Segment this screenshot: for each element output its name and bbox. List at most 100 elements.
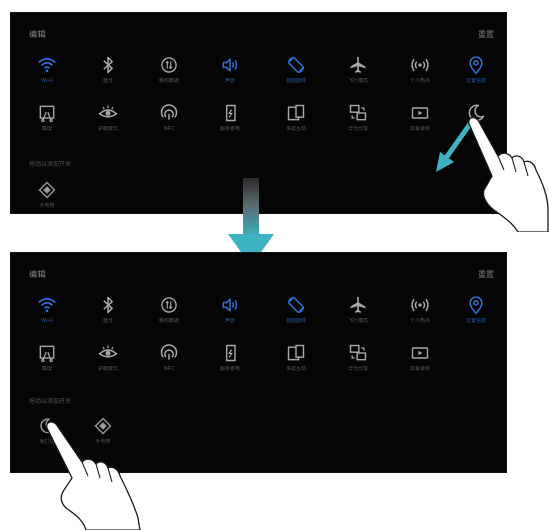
switch-label: 蓝牙 — [102, 318, 113, 324]
switch-tile[interactable]: 护眼模式 — [80, 101, 136, 147]
switch-label: 飞行模式 — [347, 78, 368, 84]
switch-tile[interactable]: Wi-Fi — [19, 293, 75, 339]
multi-screen-icon — [286, 103, 306, 123]
switch-label: 位置信息 — [465, 78, 486, 84]
switch-label: 护眼模式 — [97, 126, 118, 132]
panel-title: 编辑 — [29, 30, 46, 39]
mobile-data-icon — [159, 295, 179, 315]
multi-screen-icon — [286, 343, 306, 363]
switch-label: 华为分享 — [347, 366, 368, 372]
panel-title: 编辑 — [29, 270, 46, 279]
mobile-data-icon — [159, 55, 179, 75]
switch-label: 多屏互动 — [285, 126, 306, 132]
switch-row-1: Wi-Fi 蓝牙 移动数据 声音 自动旋转 飞行模式 个人热点 位置信息 — [11, 53, 506, 101]
nfc-icon — [159, 343, 179, 363]
rotate-icon — [286, 295, 306, 315]
switch-tile[interactable]: 位置信息 — [448, 293, 504, 339]
screen-record-icon — [410, 343, 430, 363]
drag-to-add-label: 拖动以添加开关 — [29, 399, 72, 405]
switch-tile[interactable]: 个人热点 — [392, 53, 448, 99]
switch-tile[interactable]: NFC — [141, 101, 197, 147]
switch-tile[interactable]: 蓝牙 — [80, 293, 136, 339]
rotate-icon — [286, 55, 306, 75]
reset-button[interactable]: 重置 — [478, 269, 494, 280]
switch-label: 声音 — [224, 318, 235, 324]
nfc-icon — [159, 103, 179, 123]
switch-tile[interactable]: 护眼模式 — [80, 341, 136, 387]
switch-label: NFC — [163, 126, 175, 132]
switch-tile[interactable]: 多屏互动 — [268, 341, 324, 387]
switch-tile[interactable]: 蓝牙 — [80, 53, 136, 99]
switch-row-1: Wi-Fi 蓝牙 移动数据 声音 自动旋转 飞行模式 个人热点 位置信息 — [11, 293, 506, 341]
wifi-icon — [37, 55, 57, 75]
switch-label: Wi-Fi — [41, 318, 53, 324]
switch-tile-flashlight[interactable]: 手电筒 — [19, 181, 75, 213]
bluetooth-icon — [98, 295, 118, 315]
share-icon — [348, 103, 368, 123]
screenshot-icon — [37, 103, 57, 123]
location-icon — [466, 295, 486, 315]
switch-label: 超级省电 — [219, 126, 240, 132]
location-icon — [466, 55, 486, 75]
switch-tile[interactable]: 截屏 — [19, 101, 75, 147]
switch-tile[interactable]: NFC — [141, 341, 197, 387]
switch-label: 截屏 — [41, 366, 52, 372]
switch-tile[interactable]: 自动旋转 — [268, 293, 324, 339]
switch-label: 声音 — [224, 78, 235, 84]
switch-label: 华为分享 — [347, 126, 368, 132]
switch-tile[interactable]: 华为分享 — [330, 101, 386, 147]
switch-label: NFC — [163, 366, 175, 372]
switch-tile[interactable]: 截屏 — [19, 341, 75, 387]
sound-icon — [220, 295, 240, 315]
switch-tile[interactable]: 移动数据 — [141, 53, 197, 99]
switch-label: 位置信息 — [465, 318, 486, 324]
switch-tile[interactable]: 屏幕录制 — [392, 341, 448, 387]
switch-label: 护眼模式 — [97, 366, 118, 372]
switch-label: 屏幕录制 — [409, 366, 430, 372]
switch-label: 超级省电 — [219, 366, 240, 372]
hotspot-icon — [410, 55, 430, 75]
reset-button[interactable]: 重置 — [478, 29, 494, 40]
switch-label: 多屏互动 — [285, 366, 306, 372]
wifi-icon — [37, 295, 57, 315]
airplane-icon — [348, 295, 368, 315]
screen-record-icon — [410, 103, 430, 123]
switch-tile[interactable]: 超级省电 — [202, 341, 258, 387]
power-saving-icon — [220, 343, 240, 363]
switch-tile[interactable]: 声音 — [202, 53, 258, 99]
power-saving-icon — [220, 103, 240, 123]
airplane-icon — [348, 55, 368, 75]
switch-label: 自动旋转 — [285, 78, 306, 84]
switch-label: 移动数据 — [158, 318, 179, 324]
switch-label: 个人热点 — [409, 318, 430, 324]
switch-tile[interactable]: 声音 — [202, 293, 258, 339]
switch-tile[interactable]: 超级省电 — [202, 101, 258, 147]
eye-comfort-icon — [98, 103, 118, 123]
switch-tile[interactable]: 自动旋转 — [268, 53, 324, 99]
switch-label: 移动数据 — [158, 78, 179, 84]
switch-label: Wi-Fi — [41, 78, 53, 84]
switch-tile[interactable]: 移动数据 — [141, 293, 197, 339]
switch-tile[interactable]: 华为分享 — [330, 341, 386, 387]
switch-tile[interactable]: 飞行模式 — [330, 53, 386, 99]
switch-tile[interactable]: 多屏互动 — [268, 101, 324, 147]
sound-icon — [220, 55, 240, 75]
switch-grid: Wi-Fi 蓝牙 移动数据 声音 自动旋转 飞行模式 个人热点 位置信息 截屏 护眼模式 NFC 超… — [11, 293, 506, 389]
switch-label: 自动旋转 — [285, 318, 306, 324]
screenshot-icon — [37, 343, 57, 363]
switch-tile[interactable]: 飞行模式 — [330, 293, 386, 339]
share-icon — [348, 343, 368, 363]
hotspot-icon — [410, 295, 430, 315]
switch-tile[interactable]: Wi-Fi — [19, 53, 75, 99]
eye-comfort-icon — [98, 343, 118, 363]
switch-label: 个人热点 — [409, 78, 430, 84]
switch-label: 飞行模式 — [347, 318, 368, 324]
switch-label: 蓝牙 — [102, 78, 113, 84]
switch-label: 截屏 — [41, 126, 52, 132]
switch-tile[interactable]: 个人热点 — [392, 293, 448, 339]
hand-pointer-icon — [46, 421, 141, 530]
hand-pointer-icon — [468, 116, 549, 232]
switch-tile[interactable]: 位置信息 — [448, 53, 504, 99]
bluetooth-icon — [98, 55, 118, 75]
switch-label: 手电筒 — [39, 203, 55, 209]
